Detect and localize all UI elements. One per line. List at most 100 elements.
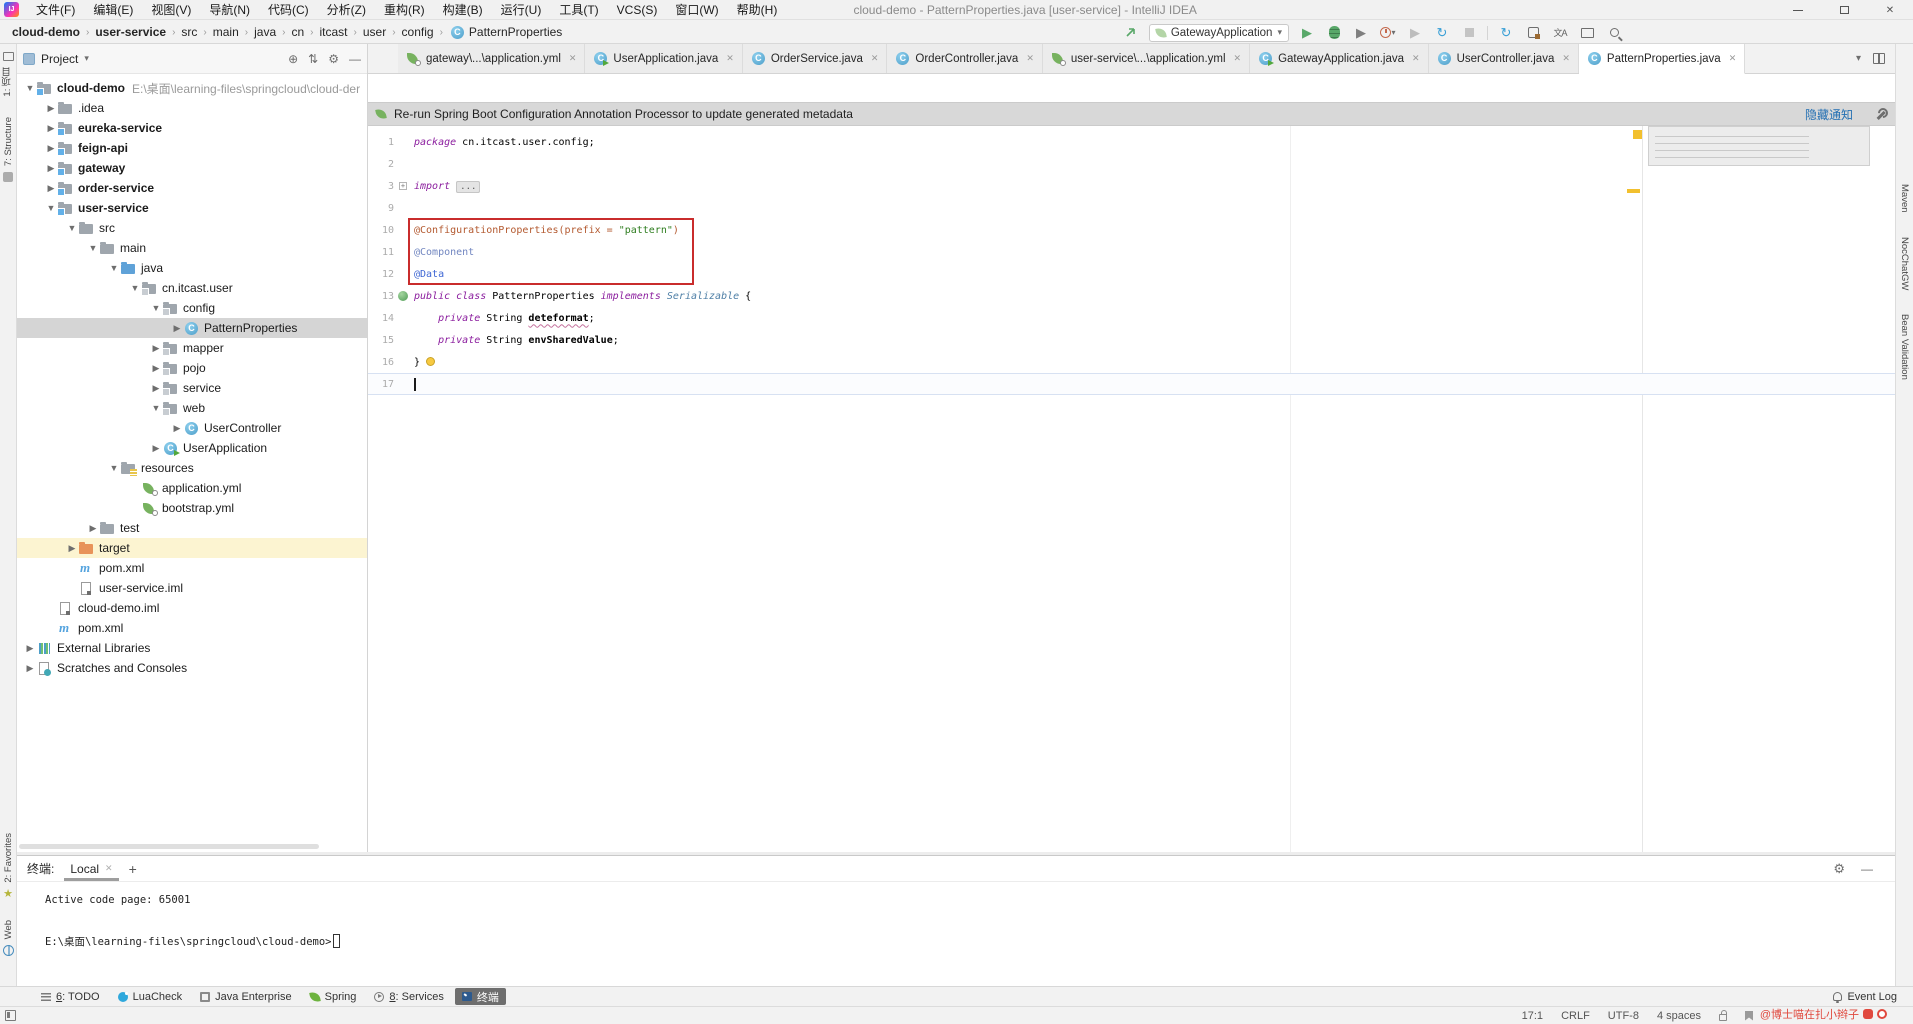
- tree-item-user-service[interactable]: ▼ user-service: [17, 198, 367, 218]
- tool-window-button-6-todo[interactable]: 6: TODO: [34, 988, 107, 1005]
- tool-window-button-bean-validation[interactable]: Bean Validation: [1899, 314, 1910, 380]
- bean-gutter-icon[interactable]: [394, 291, 412, 301]
- tree-item-user-service-iml[interactable]: user-service.iml: [17, 578, 367, 598]
- tree-item-src[interactable]: ▼ src: [17, 218, 367, 238]
- collapsed-arrow-icon[interactable]: ▶: [44, 183, 58, 194]
- code-line-3[interactable]: 3 + import ...: [368, 175, 1895, 197]
- tree-item-pom-xml[interactable]: m pom.xml: [17, 618, 367, 638]
- menu-item-8[interactable]: 构建(B): [434, 3, 492, 17]
- menu-item-12[interactable]: 窗口(W): [666, 3, 727, 17]
- collapsed-arrow-icon[interactable]: ▶: [170, 323, 184, 334]
- editor-tab-gateway-application-yml[interactable]: gateway\...\application.yml ✕: [398, 44, 586, 73]
- close-icon[interactable]: ✕: [1562, 53, 1570, 64]
- terminal-output[interactable]: Active code page: 65001 E:\桌面\learning-f…: [17, 882, 1895, 953]
- tree-item-pom-xml[interactable]: m pom.xml: [17, 558, 367, 578]
- breadcrumb-item[interactable]: user-service: [93, 25, 168, 39]
- collapsed-arrow-icon[interactable]: ▶: [149, 343, 163, 354]
- code-line-9[interactable]: 9: [368, 197, 1895, 219]
- tree-item-application-yml[interactable]: application.yml: [17, 478, 367, 498]
- split-editor-icon[interactable]: [1873, 53, 1885, 64]
- collapse-all-icon[interactable]: ⇅: [308, 52, 318, 66]
- breadcrumb-item[interactable]: itcast: [318, 25, 350, 39]
- tree-item-userapplication[interactable]: ▶ C UserApplication: [17, 438, 367, 458]
- warning-stripe-mark[interactable]: [1627, 189, 1640, 193]
- collapsed-arrow-icon[interactable]: ▶: [149, 383, 163, 394]
- tool-window-switcher-icon[interactable]: [5, 1010, 16, 1021]
- wrench-icon[interactable]: [1875, 108, 1887, 120]
- tool-window-button-spring[interactable]: Spring: [303, 988, 364, 1005]
- menu-item-2[interactable]: 编辑(E): [84, 3, 142, 17]
- collapsed-arrow-icon[interactable]: ▶: [23, 643, 37, 654]
- hide-notification-link[interactable]: 隐藏通知: [1805, 106, 1853, 123]
- terminal-tab-local[interactable]: Local ✕: [64, 856, 119, 882]
- event-log-button[interactable]: Event Log: [1833, 991, 1913, 1003]
- menu-item-9[interactable]: 运行(U): [492, 3, 551, 17]
- close-icon[interactable]: ✕: [105, 863, 113, 874]
- tree-item-resources[interactable]: ▼ resources: [17, 458, 367, 478]
- breadcrumb-item[interactable]: java: [252, 25, 278, 39]
- hide-panel-icon[interactable]: —: [1861, 862, 1873, 876]
- editor-tab-gatewayapplication-java[interactable]: C GatewayApplication.java ✕: [1250, 44, 1429, 73]
- editor-tab-user-service-application-yml[interactable]: user-service\...\application.yml ✕: [1042, 44, 1251, 73]
- menu-item-5[interactable]: 代码(C): [259, 3, 318, 17]
- breadcrumb-item[interactable]: user: [361, 25, 388, 39]
- expanded-arrow-icon[interactable]: ▼: [107, 463, 121, 473]
- tool-window-button-web[interactable]: Web: [3, 920, 14, 939]
- menu-item-6[interactable]: 分析(Z): [318, 3, 375, 17]
- close-icon[interactable]: ✕: [1729, 53, 1737, 64]
- expanded-arrow-icon[interactable]: ▼: [149, 403, 163, 413]
- close-button[interactable]: ✕: [1867, 0, 1913, 20]
- breadcrumb-item[interactable]: config: [400, 25, 436, 39]
- close-icon[interactable]: ✕: [569, 53, 577, 64]
- collapsed-arrow-icon[interactable]: ▶: [44, 163, 58, 174]
- tool-window-button-structure[interactable]: 7: Structure: [3, 117, 14, 166]
- collapsed-arrow-icon[interactable]: ▶: [23, 663, 37, 674]
- project-view-selector[interactable]: Project ▾: [23, 52, 89, 66]
- code-line-14[interactable]: 14 private String deteformat;: [368, 307, 1895, 329]
- tree-item-patternproperties[interactable]: ▶ C PatternProperties: [17, 318, 367, 338]
- rerun-icon[interactable]: ↻: [1433, 24, 1451, 42]
- attach-icon[interactable]: [1524, 24, 1542, 42]
- collapsed-arrow-icon[interactable]: ▶: [149, 363, 163, 374]
- expanded-arrow-icon[interactable]: ▼: [128, 283, 142, 293]
- run-icon[interactable]: ▶: [1298, 24, 1316, 42]
- tree-item-cloud-demo-iml[interactable]: cloud-demo.iml: [17, 598, 367, 618]
- presentation-icon[interactable]: [1578, 24, 1596, 42]
- resume-icon[interactable]: ↻: [1497, 24, 1515, 42]
- tree-item-target[interactable]: ▶ target: [17, 538, 367, 558]
- tree-item-cn-itcast-user[interactable]: ▼ cn.itcast.user: [17, 278, 367, 298]
- locate-icon[interactable]: ⊕: [288, 52, 298, 66]
- code-line-16[interactable]: 16}: [368, 351, 1895, 373]
- close-icon[interactable]: ✕: [1412, 53, 1420, 64]
- collapsed-arrow-icon[interactable]: ▶: [65, 543, 79, 554]
- menu-item-7[interactable]: 重构(R): [375, 3, 434, 17]
- tree-item-usercontroller[interactable]: ▶ C UserController: [17, 418, 367, 438]
- editor-tab-usercontroller-java[interactable]: C UserController.java ✕: [1428, 44, 1579, 73]
- breadcrumb-item[interactable]: main: [211, 25, 241, 39]
- tool-window-button-java-enterprise[interactable]: Java Enterprise: [193, 988, 298, 1005]
- lock-icon[interactable]: [1719, 1009, 1727, 1021]
- intention-bulb-icon[interactable]: [426, 357, 436, 366]
- tree-item-external-libraries[interactable]: ▶ External Libraries: [17, 638, 367, 658]
- editor-tab-ordercontroller-java[interactable]: C OrderController.java ✕: [887, 44, 1043, 73]
- code-line-12[interactable]: 12 @Data: [368, 263, 1895, 285]
- file-encoding[interactable]: UTF-8: [1608, 1010, 1639, 1022]
- indent-setting[interactable]: 4 spaces: [1657, 1010, 1701, 1022]
- breadcrumb-item[interactable]: src: [179, 25, 199, 39]
- collapsed-arrow-icon[interactable]: ▶: [170, 423, 184, 434]
- profiler-icon[interactable]: ▾: [1379, 24, 1397, 42]
- maximize-button[interactable]: [1821, 0, 1867, 20]
- code-line-17[interactable]: 17: [368, 373, 1895, 395]
- debug-icon[interactable]: [1325, 24, 1343, 42]
- new-terminal-button[interactable]: +: [129, 861, 137, 877]
- editor-tab-orderservice-java[interactable]: C OrderService.java ✕: [742, 44, 888, 73]
- code-line-13[interactable]: 13 public class PatternProperties impleme…: [368, 285, 1895, 307]
- tree-item-eureka-service[interactable]: ▶ eureka-service: [17, 118, 367, 138]
- tree-item-config[interactable]: ▼ config: [17, 298, 367, 318]
- tree-item-test[interactable]: ▶ test: [17, 518, 367, 538]
- tool-window-button-luacheck[interactable]: LuaCheck: [111, 988, 190, 1005]
- navigate-back-icon[interactable]: [1122, 24, 1140, 42]
- line-separator[interactable]: CRLF: [1561, 1010, 1590, 1022]
- tool-window-button--[interactable]: 终端: [454, 988, 506, 1005]
- breadcrumb-item[interactable]: cloud-demo: [10, 25, 82, 39]
